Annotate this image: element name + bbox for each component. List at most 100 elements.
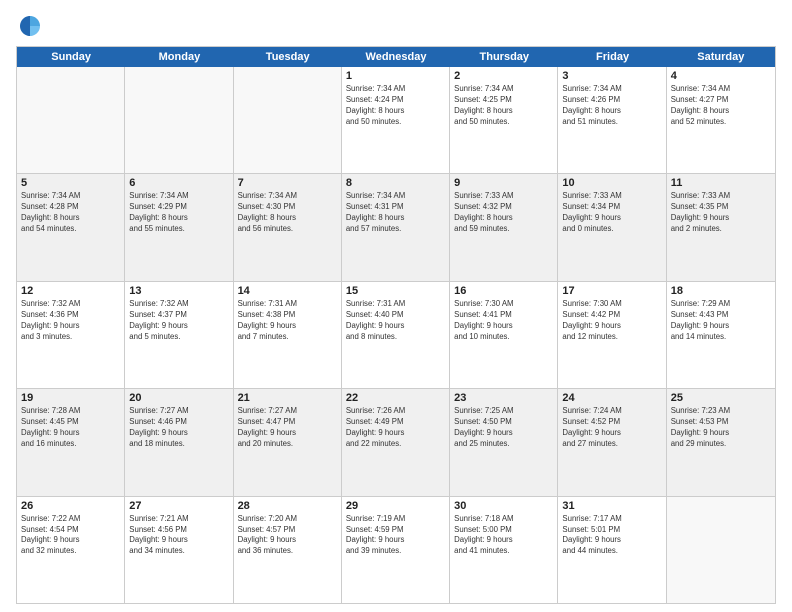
- day-info: Sunrise: 7:27 AM Sunset: 4:47 PM Dayligh…: [238, 406, 337, 450]
- day-info: Sunrise: 7:33 AM Sunset: 4:35 PM Dayligh…: [671, 191, 771, 235]
- logo-icon: [16, 12, 44, 40]
- day-info: Sunrise: 7:23 AM Sunset: 4:53 PM Dayligh…: [671, 406, 771, 450]
- day-number: 21: [238, 392, 337, 404]
- day-info: Sunrise: 7:21 AM Sunset: 4:56 PM Dayligh…: [129, 514, 228, 558]
- day-cell-12: 12 Sunrise: 7:32 AM Sunset: 4:36 PM Dayli…: [17, 282, 125, 388]
- day-cell-14: 14 Sunrise: 7:31 AM Sunset: 4:38 PM Dayli…: [234, 282, 342, 388]
- day-cell-22: 22Sunrise: 7:26 AM Sunset: 4:49 PM Dayli…: [342, 389, 450, 495]
- day-number: 7: [238, 177, 337, 189]
- day-info: Sunrise: 7:30 AM Sunset: 4:42 PM Dayligh…: [562, 299, 661, 343]
- header-day-wednesday: Wednesday: [342, 47, 450, 67]
- day-cell-13: 13 Sunrise: 7:32 AM Sunset: 4:37 PM Dayli…: [125, 282, 233, 388]
- day-number: 19: [21, 392, 120, 404]
- day-cell-29: 29Sunrise: 7:19 AM Sunset: 4:59 PM Dayli…: [342, 497, 450, 603]
- day-cell-19: 19 Sunrise: 7:28 AM Sunset: 4:45 PM Dayli…: [17, 389, 125, 495]
- day-info: Sunrise: 7:34 AM Sunset: 4:24 PM Dayligh…: [346, 84, 445, 128]
- day-info: Sunrise: 7:25 AM Sunset: 4:50 PM Dayligh…: [454, 406, 553, 450]
- day-info: Sunrise: 7:28 AM Sunset: 4:45 PM Dayligh…: [21, 406, 120, 450]
- day-number: 3: [562, 70, 661, 82]
- header-day-saturday: Saturday: [667, 47, 775, 67]
- day-cell-21: 21 Sunrise: 7:27 AM Sunset: 4:47 PM Dayli…: [234, 389, 342, 495]
- day-info: Sunrise: 7:31 AM Sunset: 4:40 PM Dayligh…: [346, 299, 445, 343]
- day-number: 13: [129, 285, 228, 297]
- day-number: 8: [346, 177, 445, 189]
- empty-cell: [667, 497, 775, 603]
- day-cell-30: 30 Sunrise: 7:18 AM Sunset: 5:00 PM Dayli…: [450, 497, 558, 603]
- day-cell-1: 1 Sunrise: 7:34 AM Sunset: 4:24 PM Daylig…: [342, 67, 450, 173]
- header: [16, 12, 776, 40]
- day-number: 11: [671, 177, 771, 189]
- day-number: 18: [671, 285, 771, 297]
- day-number: 14: [238, 285, 337, 297]
- day-cell-8: 8 Sunrise: 7:34 AM Sunset: 4:31 PM Daylig…: [342, 174, 450, 280]
- day-number: 6: [129, 177, 228, 189]
- day-info: Sunrise: 7:34 AM Sunset: 4:29 PM Dayligh…: [129, 191, 228, 235]
- page: SundayMondayTuesdayWednesdayThursdayFrid…: [0, 0, 792, 612]
- day-number: 12: [21, 285, 120, 297]
- day-info: Sunrise: 7:29 AM Sunset: 4:43 PM Dayligh…: [671, 299, 771, 343]
- day-number: 2: [454, 70, 553, 82]
- day-cell-6: 6 Sunrise: 7:34 AM Sunset: 4:29 PM Daylig…: [125, 174, 233, 280]
- day-number: 24: [562, 392, 661, 404]
- day-cell-2: 2 Sunrise: 7:34 AM Sunset: 4:25 PM Daylig…: [450, 67, 558, 173]
- day-cell-10: 10 Sunrise: 7:33 AM Sunset: 4:34 PM Dayli…: [558, 174, 666, 280]
- header-day-tuesday: Tuesday: [234, 47, 342, 67]
- day-number: 27: [129, 500, 228, 512]
- day-cell-24: 24 Sunrise: 7:24 AM Sunset: 4:52 PM Dayli…: [558, 389, 666, 495]
- day-cell-26: 26Sunrise: 7:22 AM Sunset: 4:54 PM Dayli…: [17, 497, 125, 603]
- day-info: Sunrise: 7:24 AM Sunset: 4:52 PM Dayligh…: [562, 406, 661, 450]
- day-cell-5: 5 Sunrise: 7:34 AM Sunset: 4:28 PM Daylig…: [17, 174, 125, 280]
- day-info: Sunrise: 7:33 AM Sunset: 4:32 PM Dayligh…: [454, 191, 553, 235]
- day-cell-15: 15 Sunrise: 7:31 AM Sunset: 4:40 PM Dayli…: [342, 282, 450, 388]
- day-number: 10: [562, 177, 661, 189]
- day-info: Sunrise: 7:34 AM Sunset: 4:28 PM Dayligh…: [21, 191, 120, 235]
- day-cell-28: 28 Sunrise: 7:20 AM Sunset: 4:57 PM Dayli…: [234, 497, 342, 603]
- empty-cell: [17, 67, 125, 173]
- day-cell-3: 3 Sunrise: 7:34 AM Sunset: 4:26 PM Daylig…: [558, 67, 666, 173]
- day-cell-27: 27 Sunrise: 7:21 AM Sunset: 4:56 PM Dayli…: [125, 497, 233, 603]
- calendar-body: 1 Sunrise: 7:34 AM Sunset: 4:24 PM Daylig…: [17, 67, 775, 603]
- day-cell-18: 18 Sunrise: 7:29 AM Sunset: 4:43 PM Dayli…: [667, 282, 775, 388]
- day-info: Sunrise: 7:22 AM Sunset: 4:54 PM Dayligh…: [21, 514, 120, 558]
- day-number: 31: [562, 500, 661, 512]
- day-number: 22: [346, 392, 445, 404]
- calendar-row-2: 5 Sunrise: 7:34 AM Sunset: 4:28 PM Daylig…: [17, 174, 775, 281]
- day-number: 9: [454, 177, 553, 189]
- day-cell-7: 7Sunrise: 7:34 AM Sunset: 4:30 PM Daylig…: [234, 174, 342, 280]
- day-info: Sunrise: 7:19 AM Sunset: 4:59 PM Dayligh…: [346, 514, 445, 558]
- logo: [16, 12, 48, 40]
- day-info: Sunrise: 7:34 AM Sunset: 4:31 PM Dayligh…: [346, 191, 445, 235]
- day-info: Sunrise: 7:34 AM Sunset: 4:27 PM Dayligh…: [671, 84, 771, 128]
- day-number: 15: [346, 285, 445, 297]
- day-info: Sunrise: 7:20 AM Sunset: 4:57 PM Dayligh…: [238, 514, 337, 558]
- day-info: Sunrise: 7:31 AM Sunset: 4:38 PM Dayligh…: [238, 299, 337, 343]
- day-number: 25: [671, 392, 771, 404]
- calendar-row-5: 26Sunrise: 7:22 AM Sunset: 4:54 PM Dayli…: [17, 497, 775, 603]
- day-number: 17: [562, 285, 661, 297]
- day-info: Sunrise: 7:34 AM Sunset: 4:26 PM Dayligh…: [562, 84, 661, 128]
- calendar: SundayMondayTuesdayWednesdayThursdayFrid…: [16, 46, 776, 604]
- day-cell-11: 11 Sunrise: 7:33 AM Sunset: 4:35 PM Dayli…: [667, 174, 775, 280]
- day-info: Sunrise: 7:32 AM Sunset: 4:37 PM Dayligh…: [129, 299, 228, 343]
- header-day-thursday: Thursday: [450, 47, 558, 67]
- day-info: Sunrise: 7:34 AM Sunset: 4:25 PM Dayligh…: [454, 84, 553, 128]
- calendar-row-1: 1 Sunrise: 7:34 AM Sunset: 4:24 PM Daylig…: [17, 67, 775, 174]
- day-number: 16: [454, 285, 553, 297]
- calendar-header: SundayMondayTuesdayWednesdayThursdayFrid…: [17, 47, 775, 67]
- day-info: Sunrise: 7:18 AM Sunset: 5:00 PM Dayligh…: [454, 514, 553, 558]
- day-number: 28: [238, 500, 337, 512]
- header-day-friday: Friday: [558, 47, 666, 67]
- day-info: Sunrise: 7:27 AM Sunset: 4:46 PM Dayligh…: [129, 406, 228, 450]
- day-number: 1: [346, 70, 445, 82]
- day-info: Sunrise: 7:30 AM Sunset: 4:41 PM Dayligh…: [454, 299, 553, 343]
- day-number: 23: [454, 392, 553, 404]
- header-day-sunday: Sunday: [17, 47, 125, 67]
- header-day-monday: Monday: [125, 47, 233, 67]
- day-number: 5: [21, 177, 120, 189]
- empty-cell: [125, 67, 233, 173]
- day-cell-20: 20Sunrise: 7:27 AM Sunset: 4:46 PM Dayli…: [125, 389, 233, 495]
- day-cell-23: 23 Sunrise: 7:25 AM Sunset: 4:50 PM Dayli…: [450, 389, 558, 495]
- day-info: Sunrise: 7:33 AM Sunset: 4:34 PM Dayligh…: [562, 191, 661, 235]
- day-number: 30: [454, 500, 553, 512]
- day-info: Sunrise: 7:32 AM Sunset: 4:36 PM Dayligh…: [21, 299, 120, 343]
